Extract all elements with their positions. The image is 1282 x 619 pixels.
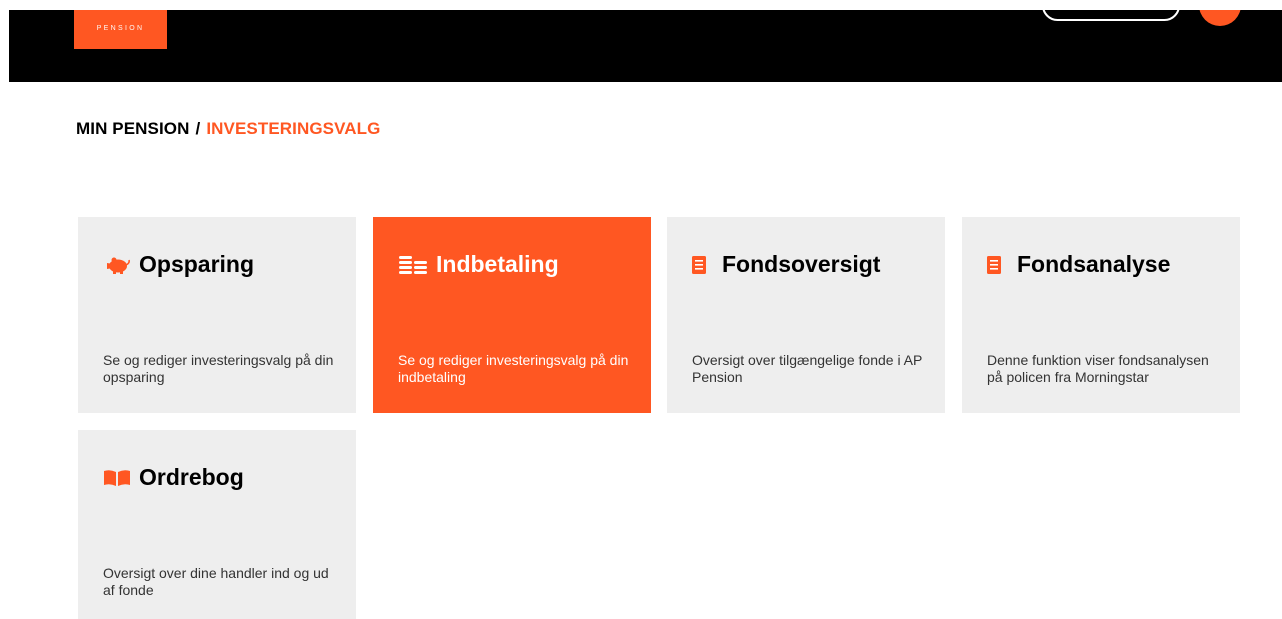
open-book-icon bbox=[103, 469, 131, 487]
breadcrumb: MIN PENSION / INVESTERINGSVALG bbox=[76, 119, 380, 139]
tile-fondsanalyse[interactable]: Fondsanalyse Denne funktion viser fondsa… bbox=[962, 217, 1240, 413]
tile-description: Se og rediger investeringsvalg på din in… bbox=[398, 352, 629, 385]
tile-indbetaling[interactable]: Indbetaling Se og rediger investeringsva… bbox=[373, 217, 651, 413]
top-header: PENSION bbox=[9, 10, 1282, 82]
tile-title-text: Fondsoversigt bbox=[722, 251, 881, 277]
ap-pension-logo[interactable]: PENSION bbox=[74, 10, 167, 49]
tile-title: Fondsanalyse bbox=[987, 251, 1170, 278]
tile-fondsoversigt[interactable]: Fondsoversigt Oversigt over tilgængelige… bbox=[667, 217, 945, 413]
coins-icon bbox=[398, 255, 428, 275]
piggy-bank-icon bbox=[103, 255, 131, 275]
tile-ordrebog[interactable]: Ordrebog Oversigt over dine handler ind … bbox=[78, 430, 356, 619]
logo-text: PENSION bbox=[96, 25, 145, 32]
tile-title: Fondsoversigt bbox=[692, 251, 880, 278]
breadcrumb-current: INVESTERINGSVALG bbox=[206, 119, 381, 138]
document-icon bbox=[987, 255, 1001, 274]
tile-description: Denne funktion viser fondsanalysen på po… bbox=[987, 352, 1209, 385]
tile-description: Oversigt over dine handler ind og ud af … bbox=[103, 565, 329, 598]
tile-description: Se og rediger investeringsvalg på din op… bbox=[103, 352, 334, 385]
breadcrumb-min-pension[interactable]: MIN PENSION bbox=[76, 119, 190, 138]
tile-title-text: Indbetaling bbox=[436, 251, 559, 277]
tile-title: Ordrebog bbox=[103, 464, 244, 491]
tile-title-text: Opsparing bbox=[139, 251, 255, 277]
tile-title: Indbetaling bbox=[398, 251, 559, 278]
tile-opsparing[interactable]: Opsparing Se og rediger investeringsvalg… bbox=[78, 217, 356, 413]
document-icon bbox=[692, 255, 706, 274]
breadcrumb-separator: / bbox=[195, 119, 201, 138]
tile-title-text: Fondsanalyse bbox=[1017, 251, 1171, 277]
tile-description: Oversigt over tilgængelige fonde i AP Pe… bbox=[692, 352, 923, 385]
header-login-button[interactable] bbox=[1042, 10, 1180, 21]
tile-title: Opsparing bbox=[103, 251, 254, 278]
header-profile-button[interactable] bbox=[1199, 10, 1241, 26]
tile-title-text: Ordrebog bbox=[139, 464, 244, 490]
